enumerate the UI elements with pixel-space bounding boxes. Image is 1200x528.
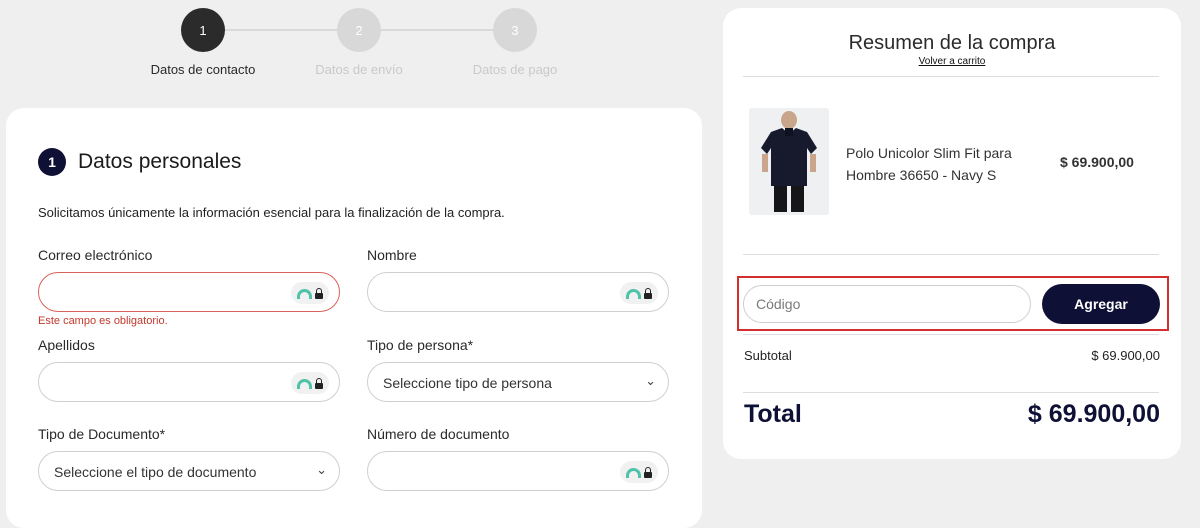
person-type-select[interactable]: Seleccione tipo de persona ⌄ [367, 362, 669, 402]
step-contact[interactable]: 1 Datos de contacto [128, 8, 278, 77]
lock-icon [315, 377, 323, 389]
step-label: Datos de envío [315, 62, 403, 77]
back-to-cart-link[interactable]: Volver a carrito [723, 56, 1181, 67]
doc-type-select[interactable]: Seleccione el tipo de documento ⌄ [38, 451, 340, 491]
name-label: Nombre [367, 247, 417, 263]
product-image [749, 108, 829, 215]
section-heading: 1 Datos personales [38, 148, 241, 176]
lock-icon [315, 287, 323, 299]
autofill-icon [297, 379, 312, 389]
email-field[interactable] [38, 272, 340, 312]
promo-code-input[interactable] [743, 285, 1031, 323]
person-type-label: Tipo de persona* [367, 337, 474, 353]
surname-field[interactable] [38, 362, 340, 402]
email-label: Correo electrónico [38, 247, 153, 263]
doc-type-selected: Seleccione el tipo de documento [54, 464, 257, 480]
subtotal-label: Subtotal [744, 348, 792, 363]
step-number: 3 [493, 8, 537, 52]
autofill-icon [626, 468, 641, 478]
step-number: 2 [337, 8, 381, 52]
promo-code-section: Agregar [737, 276, 1169, 331]
surname-label: Apellidos [38, 337, 95, 353]
product-price: $ 69.900,00 [1060, 154, 1134, 170]
summary-title: Resumen de la compra [848, 32, 1056, 54]
autofill-icon [626, 289, 641, 299]
checkout-stepper: 1 Datos de contacto 2 Datos de envío 3 D… [0, 0, 700, 100]
add-promo-button[interactable]: Agregar [1042, 284, 1160, 324]
step-payment[interactable]: 3 Datos de pago [440, 8, 590, 77]
personal-data-card: 1 Datos personales Solicitamos únicament… [6, 108, 702, 528]
divider [743, 254, 1159, 255]
person-type-selected: Seleccione tipo de persona [383, 375, 552, 391]
product-name: Polo Unicolor Slim Fit para Hombre 36650… [846, 145, 1012, 183]
password-manager-badge[interactable] [291, 372, 329, 394]
lock-icon [644, 287, 652, 299]
doc-number-field[interactable] [367, 451, 669, 491]
subtotal-value: $ 69.900,00 [1091, 348, 1160, 363]
section-number-badge: 1 [38, 148, 66, 176]
password-manager-badge[interactable] [291, 282, 329, 304]
doc-type-label: Tipo de Documento* [38, 426, 166, 442]
divider [743, 334, 1159, 335]
password-manager-badge[interactable] [620, 282, 658, 304]
purchase-summary-card: Resumen de la compra Volver a carrito Po… [723, 8, 1181, 459]
intro-text: Solicitamos únicamente la información es… [38, 205, 505, 220]
email-error-message: Este campo es obligatorio. [38, 315, 168, 327]
step-shipping[interactable]: 2 Datos de envío [284, 8, 434, 77]
divider [743, 76, 1159, 77]
total-label: Total [744, 400, 802, 428]
password-manager-badge[interactable] [620, 461, 658, 483]
autofill-icon [297, 289, 312, 299]
name-field[interactable] [367, 272, 669, 312]
total-value: $ 69.900,00 [1027, 400, 1160, 428]
lock-icon [644, 466, 652, 478]
step-label: Datos de pago [472, 62, 558, 77]
polo-shirt-image [749, 108, 829, 215]
chevron-down-icon: ⌄ [316, 462, 327, 477]
doc-number-label: Número de documento [367, 426, 510, 442]
divider [743, 392, 1159, 393]
step-number: 1 [181, 8, 225, 52]
step-label: Datos de contacto [150, 62, 256, 77]
chevron-down-icon: ⌄ [645, 373, 656, 388]
section-title: Datos personales [78, 150, 242, 173]
